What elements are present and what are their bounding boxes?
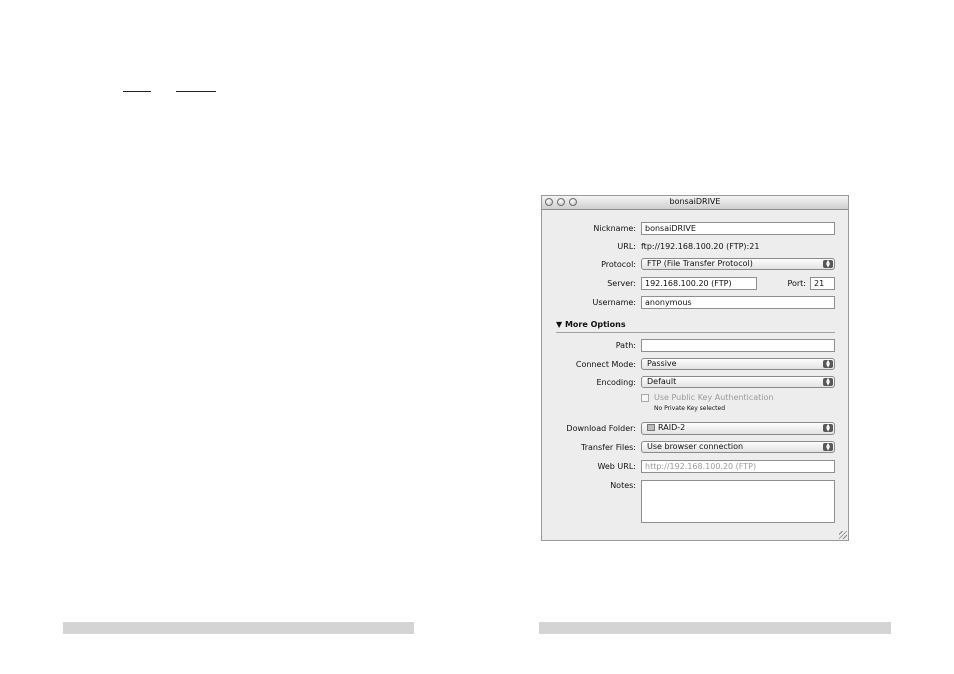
footer-bar-left: [63, 622, 414, 634]
encoding-value: Default: [647, 377, 677, 386]
transfer-files-popup[interactable]: Use browser connection ▲ ▼: [641, 441, 835, 453]
server-field[interactable]: 192.168.100.20 (FTP): [641, 277, 757, 290]
download-folder-popup[interactable]: RAID-2 ▲ ▼: [641, 422, 835, 435]
section-divider: [556, 332, 835, 333]
port-label: Port:: [787, 279, 806, 288]
path-field[interactable]: [641, 339, 835, 352]
bookmark-window: bonsaiDRIVE Nickname: bonsaiDRIVE URL: f…: [541, 195, 849, 541]
encoding-label: Encoding:: [596, 378, 636, 387]
resize-grip-icon[interactable]: [839, 531, 847, 539]
notes-label: Notes:: [610, 481, 636, 490]
transfer-files-value: Use browser connection: [647, 442, 744, 451]
popup-arrows-icon: ▲ ▼: [823, 378, 833, 387]
url-label: URL:: [617, 242, 636, 251]
web-url-label: Web URL:: [597, 462, 636, 471]
popup-arrows-icon: ▲ ▼: [823, 260, 833, 269]
protocol-value: FTP (File Transfer Protocol): [647, 259, 753, 268]
encoding-popup[interactable]: Default ▲ ▼: [641, 376, 835, 388]
title-bar[interactable]: bonsaiDRIVE: [542, 196, 848, 210]
underline-2: [176, 91, 216, 92]
download-folder-label: Download Folder:: [566, 424, 636, 433]
popup-arrows-icon: ▲ ▼: [823, 360, 833, 369]
web-url-field[interactable]: http://192.168.100.20 (FTP): [641, 460, 835, 473]
connect-mode-popup[interactable]: Passive ▲ ▼: [641, 358, 835, 370]
connect-mode-label: Connect Mode:: [575, 360, 636, 369]
more-options-toggle[interactable]: ▼ More Options: [556, 320, 626, 330]
path-label: Path:: [615, 341, 636, 350]
underline-1: [123, 91, 151, 92]
footer-bar-right: [539, 622, 891, 634]
connect-mode-value: Passive: [647, 359, 677, 368]
hard-drive-icon: [647, 424, 655, 431]
disclosure-triangle-icon: ▼: [556, 320, 563, 329]
url-value: ftp://192.168.100.20 (FTP):21: [641, 242, 760, 251]
public-key-label: Use Public Key Authentication: [654, 393, 774, 402]
port-field[interactable]: 21: [810, 277, 835, 290]
nickname-label: Nickname:: [593, 224, 636, 233]
username-field[interactable]: anonymous: [641, 296, 835, 309]
private-key-note: No Private Key selected: [654, 405, 726, 412]
username-label: Username:: [592, 298, 636, 307]
nickname-field[interactable]: bonsaiDRIVE: [641, 222, 835, 235]
download-folder-value: RAID-2: [658, 423, 686, 432]
protocol-popup[interactable]: FTP (File Transfer Protocol) ▲ ▼: [641, 258, 835, 270]
window-title: bonsaiDRIVE: [669, 197, 721, 206]
popup-arrows-icon: ▲ ▼: [823, 424, 833, 433]
notes-textarea[interactable]: [641, 480, 835, 523]
server-label: Server:: [607, 279, 636, 288]
public-key-checkbox[interactable]: [641, 394, 649, 402]
transfer-files-label: Transfer Files:: [581, 443, 636, 452]
more-options-title: More Options: [564, 320, 626, 329]
protocol-label: Protocol:: [601, 260, 636, 269]
popup-arrows-icon: ▲ ▼: [823, 443, 833, 452]
